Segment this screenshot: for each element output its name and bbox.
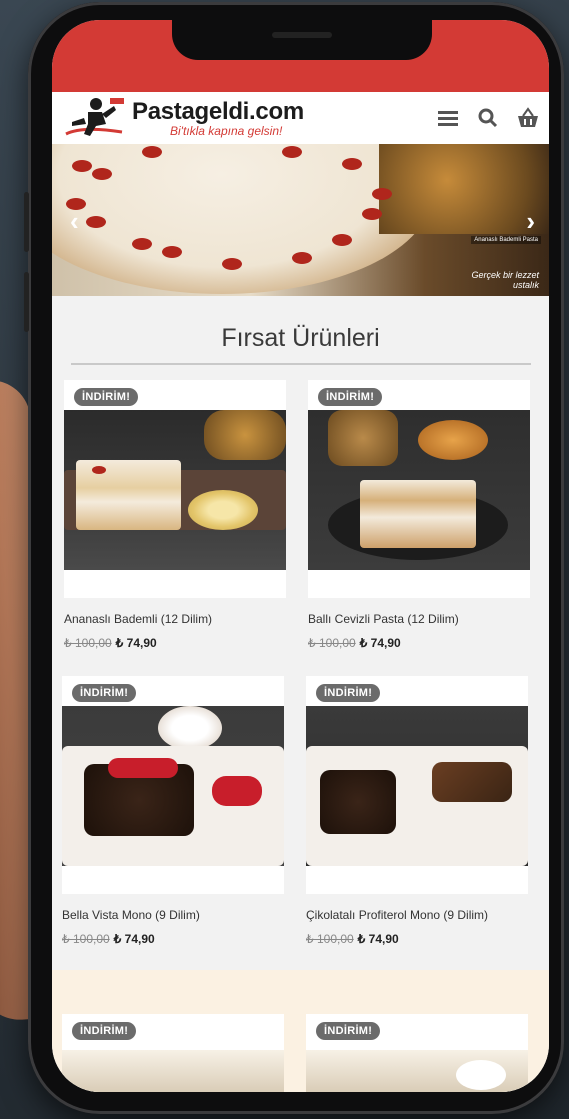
discount-badge: İNDİRİM! xyxy=(72,684,137,702)
product-price: ₺ 100,00 ₺ 74,90 xyxy=(62,932,284,946)
product-card[interactable]: İNDİRİM! Ananaslı Bademli (12 Dilim) ₺ 1… xyxy=(64,380,286,650)
logo[interactable]: Pastageldi.com Bi'tıkla kapına gelsin! xyxy=(62,94,352,142)
product-image[interactable]: İNDİRİM! xyxy=(62,676,284,894)
section-title: Fırsat Ürünleri xyxy=(221,324,380,352)
old-price: ₺ 100,00 xyxy=(62,932,110,946)
discount-badge: İNDİRİM! xyxy=(72,1022,137,1040)
product-image[interactable]: İNDİRİM! xyxy=(62,1014,284,1092)
brand-name: Pastageldi.com xyxy=(132,98,304,125)
chevron-left-icon[interactable]: ‹ xyxy=(70,206,79,237)
product-price: ₺ 100,00 ₺ 74,90 xyxy=(306,932,528,946)
sale-price: ₺ 74,90 xyxy=(115,636,157,650)
product-price: ₺ 100,00 ₺ 74,90 xyxy=(64,636,286,650)
menu-icon[interactable] xyxy=(435,106,461,130)
sale-price: ₺ 74,90 xyxy=(359,636,401,650)
discount-badge: İNDİRİM! xyxy=(316,684,381,702)
product-name[interactable]: Çikolatalı Profiterol Mono (9 Dilim) xyxy=(306,908,528,922)
discount-badge: İNDİRİM! xyxy=(316,1022,381,1040)
banner-caption: Gerçek bir lezzet ustalık xyxy=(471,270,539,290)
search-icon[interactable] xyxy=(475,106,501,130)
courier-logo-icon xyxy=(65,98,124,136)
product-card[interactable]: İNDİRİM! Ballı Cevizli Pasta (12 Dilim) … xyxy=(308,380,530,650)
product-image[interactable]: İNDİRİM! xyxy=(306,1014,528,1092)
product-image[interactable]: İNDİRİM! xyxy=(308,380,530,598)
discount-badge: İNDİRİM! xyxy=(318,388,383,406)
product-card[interactable]: İNDİRİM! Çikolatalı Profiterol Mono (9 D… xyxy=(306,676,528,946)
old-price: ₺ 100,00 xyxy=(306,932,354,946)
site-header: Pastageldi.com Bi'tıkla kapına gelsin! xyxy=(52,92,549,144)
product-name[interactable]: Bella Vista Mono (9 Dilim) xyxy=(62,908,284,922)
sale-price: ₺ 74,90 xyxy=(357,932,399,946)
product-price: ₺ 100,00 ₺ 74,90 xyxy=(308,636,530,650)
hero-banner[interactable]: ‹ › Ananaslı Bademli Pasta Gerçek bir le… xyxy=(52,144,549,296)
product-name[interactable]: Ballı Cevizli Pasta (12 Dilim) xyxy=(308,612,530,626)
product-card[interactable]: İNDİRİM! xyxy=(306,1014,528,1092)
chevron-right-icon[interactable]: › xyxy=(526,206,535,237)
slogan: Bi'tıkla kapına gelsin! xyxy=(170,124,283,138)
discount-badge: İNDİRİM! xyxy=(74,388,139,406)
product-card[interactable]: İNDİRİM! Bella Vista Mono (9 Dilim) ₺ 10… xyxy=(62,676,284,946)
product-card[interactable]: İNDİRİM! xyxy=(62,1014,284,1092)
basket-icon[interactable] xyxy=(515,106,541,130)
product-image[interactable]: İNDİRİM! xyxy=(306,676,528,894)
old-price: ₺ 100,00 xyxy=(308,636,356,650)
product-image[interactable]: İNDİRİM! xyxy=(64,380,286,598)
sale-price: ₺ 74,90 xyxy=(113,932,155,946)
title-divider xyxy=(70,363,531,365)
old-price: ₺ 100,00 xyxy=(64,636,112,650)
banner-tag: Ananaslı Bademli Pasta xyxy=(471,236,541,244)
phone-screen: Pastageldi.com Bi'tıkla kapına gelsin! ‹… xyxy=(52,20,549,1092)
notch xyxy=(172,20,432,60)
product-name[interactable]: Ananaslı Bademli (12 Dilim) xyxy=(64,612,286,626)
